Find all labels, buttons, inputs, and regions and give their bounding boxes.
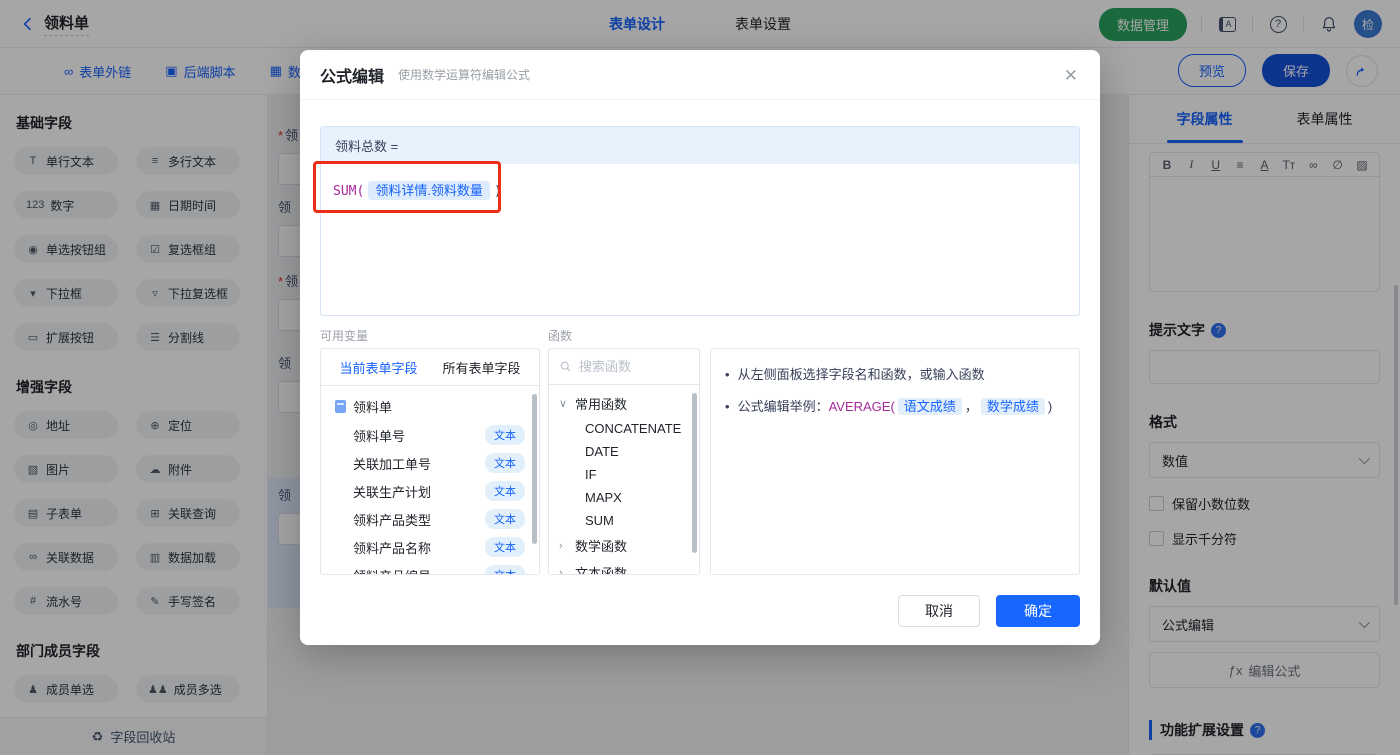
app-window: 领料单 表单设计 表单设置 数据管理 A ? 检 ∞ 表单外链 ▣ 后端脚本 ▦ …: [0, 0, 1400, 755]
modal-title: 公式编辑: [320, 68, 385, 86]
field-type-badge: 文本: [485, 537, 525, 557]
form-doc-icon: [335, 400, 346, 413]
confirm-button[interactable]: 确定: [996, 595, 1080, 627]
function-search[interactable]: [549, 349, 699, 385]
variables-label: 可用变量: [320, 329, 369, 343]
variable-field-row[interactable]: 领料产品类型 文本: [321, 505, 539, 533]
search-input[interactable]: [579, 359, 679, 374]
function-row[interactable]: › 数学函数: [549, 532, 699, 559]
function-row[interactable]: CONCATENATE: [549, 417, 699, 440]
search-icon: [560, 361, 571, 372]
function-keyword: SUM(: [333, 184, 365, 199]
formula-editor-modal: 公式编辑 使用数学运算符编辑公式 ✕ 领料总数 = SUM(领料详情.领料数量)…: [300, 50, 1100, 645]
formula-help-panel: • 从左侧面板选择字段名和函数，或输入函数 • 公式编辑举例：AVERAGE(语…: [710, 348, 1080, 575]
field-type-badge: 文本: [485, 481, 525, 501]
field-chip[interactable]: 领料详情.领料数量: [368, 181, 490, 200]
form-root-node[interactable]: 领料单: [321, 392, 539, 421]
function-row[interactable]: ∨ 常用函数: [549, 390, 699, 417]
functions-label: 函数: [548, 329, 573, 343]
help-line-2: 公式编辑举例：AVERAGE(语文成绩，数学成绩): [737, 397, 1053, 415]
function-row[interactable]: › 文本函数: [549, 559, 699, 575]
cancel-button[interactable]: 取消: [898, 595, 980, 627]
tree-chevron-icon: ›: [559, 539, 563, 552]
function-row[interactable]: SUM: [549, 509, 699, 532]
variable-field-row[interactable]: 领料单号 文本: [321, 421, 539, 449]
example-chip: 数学成绩: [980, 397, 1045, 415]
tree-chevron-icon: ›: [559, 566, 563, 575]
example-function-keyword: AVERAGE(: [828, 398, 895, 414]
functions-panel: ∨ 常用函数 CONCATENATE DATE IF MAPX: [548, 348, 700, 575]
help-line-1: 从左侧面板选择字段名和函数，或输入函数: [737, 367, 985, 382]
function-row[interactable]: MAPX: [549, 486, 699, 509]
tree-chevron-icon: ∨: [559, 398, 568, 410]
variable-field-row[interactable]: 关联生产计划 文本: [321, 477, 539, 505]
formula-expression[interactable]: SUM(领料详情.领料数量): [321, 164, 1079, 215]
variable-field-row[interactable]: 关联加工单号 文本: [321, 449, 539, 477]
variable-field-row[interactable]: 领料产品名称 文本: [321, 533, 539, 561]
formula-editor-area[interactable]: 领料总数 = SUM(领料详情.领料数量): [320, 126, 1080, 316]
field-type-badge: 文本: [485, 509, 525, 529]
field-type-badge: 文本: [485, 425, 525, 445]
functions-scrollbar[interactable]: [692, 393, 697, 553]
function-row[interactable]: IF: [549, 463, 699, 486]
variables-tab[interactable]: 所有表单字段: [442, 358, 520, 377]
variables-tab[interactable]: 当前表单字段: [339, 358, 417, 377]
close-icon[interactable]: ✕: [1064, 66, 1078, 86]
variables-panel: 当前表单字段 所有表单字段 领料单 领料单号 文本 关联加工单号 文本 关联生产计…: [320, 348, 540, 575]
variables-scrollbar[interactable]: [532, 394, 537, 544]
formula-target: 领料总数 =: [321, 127, 1079, 164]
field-type-badge: 文本: [485, 565, 525, 574]
example-chip: 语文成绩: [897, 397, 962, 415]
variable-field-row[interactable]: 领料产品编号 文本: [321, 561, 539, 574]
function-row[interactable]: DATE: [549, 440, 699, 463]
modal-subtitle: 使用数学运算符编辑公式: [398, 68, 531, 82]
field-type-badge: 文本: [485, 453, 525, 473]
